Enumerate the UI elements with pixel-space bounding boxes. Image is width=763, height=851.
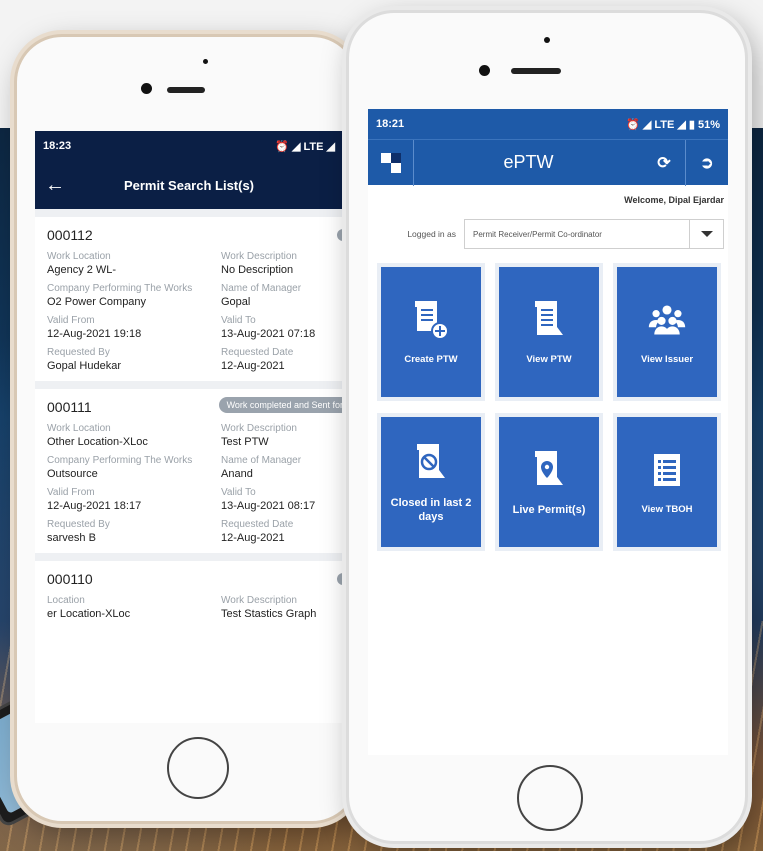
status-dot — [337, 573, 343, 585]
field-value: Anand — [221, 468, 253, 480]
status-badge: Work completed and Sent for — [218, 397, 343, 413]
field-label: Requested Date — [221, 519, 294, 530]
field-value: Test PTW — [221, 436, 269, 448]
phone-eptw-home: 18:21 ⏰ ◢ LTE ◢ ▮ 51% ePTW ⟳ ➲ Welcome, … — [346, 10, 748, 844]
view-ptw-icon — [529, 297, 569, 343]
logout-icon[interactable]: ➲ — [686, 140, 728, 186]
field-value: 12-Aug-2021 18:17 — [47, 500, 142, 512]
camera-icon — [141, 83, 152, 94]
field-label: Valid To — [221, 315, 256, 326]
tile-label: View PTW — [526, 354, 572, 365]
field-label: Company Performing The Works — [47, 455, 193, 466]
home-button[interactable] — [167, 737, 229, 799]
field-label: Requested By — [47, 519, 110, 530]
field-label: Valid To — [221, 487, 256, 498]
field-value: Outsource — [47, 468, 98, 480]
field-label: Requested By — [47, 347, 110, 358]
tile-view-ptw[interactable]: View PTW — [495, 263, 603, 401]
role-value: Permit Receiver/Permit Co-ordinator — [473, 229, 602, 239]
field-label: Work Location — [47, 423, 111, 434]
field-label: Requested Date — [221, 347, 294, 358]
tile-create-ptw[interactable]: Create PTW — [377, 263, 485, 401]
field-value: O2 Power Company — [47, 296, 147, 308]
welcome-text: Welcome, Dipal Ejardar — [624, 195, 724, 205]
field-label: Valid From — [47, 487, 95, 498]
logged-in-label: Logged in as — [407, 229, 456, 239]
tile-view-tboh[interactable]: View TBOH — [613, 413, 721, 551]
people-icon — [647, 297, 687, 343]
field-label: Work Description — [221, 595, 297, 606]
eptw-logo-icon — [368, 139, 414, 186]
tile-view-issuer[interactable]: View Issuer — [613, 263, 721, 401]
tile-label: View Issuer — [640, 354, 694, 365]
status-dot — [337, 229, 343, 241]
tile-label: Closed in last 2 days — [390, 497, 472, 523]
sensor-icon — [203, 59, 208, 64]
field-label: Name of Manager — [221, 283, 302, 294]
speaker-grille — [167, 87, 205, 93]
tile-label: View TBOH — [641, 504, 693, 515]
field-value: 13-Aug-2021 08:17 — [221, 500, 316, 512]
phone-permit-list: 18:23 ⏰ ◢ LTE ◢ ← Permit Search List(s) … — [14, 34, 360, 824]
field-label: Valid From — [47, 315, 95, 326]
home-button[interactable] — [517, 765, 583, 831]
nav-bar: ← Permit Search List(s) — [35, 161, 343, 209]
app-bar: ePTW ⟳ ➲ — [368, 139, 728, 186]
field-label: Location — [47, 595, 85, 606]
list-icon — [647, 447, 687, 493]
field-value: 12-Aug-2021 — [221, 360, 285, 372]
role-select[interactable]: Permit Receiver/Permit Co-ordinator — [464, 219, 724, 249]
field-value: 13-Aug-2021 07:18 — [221, 328, 316, 340]
closed-permit-icon — [411, 440, 451, 486]
app-title: ePTW — [503, 152, 554, 172]
status-bar: 18:23 ⏰ ◢ LTE ◢ — [35, 131, 343, 161]
permit-id: 000112 — [47, 227, 93, 243]
role-row: Logged in as Permit Receiver/Permit Co-o… — [368, 219, 724, 249]
field-value: Gopal — [221, 296, 251, 308]
back-arrow-icon[interactable]: ← — [35, 174, 75, 197]
status-icons: ⏰ ◢ LTE ◢ — [275, 140, 335, 153]
tile-label: Create PTW — [404, 354, 458, 365]
tile-live-permits[interactable]: Live Permit(s) — [495, 413, 603, 551]
tile-closed-permits[interactable]: Closed in last 2 days — [377, 413, 485, 551]
permit-list: 000112 Work Location Agency 2 WL- Work De… — [35, 209, 343, 629]
live-permit-icon — [529, 447, 569, 493]
eptw-home-screen: 18:21 ⏰ ◢ LTE ◢ ▮ 51% ePTW ⟳ ➲ Welcome, … — [368, 109, 728, 755]
chevron-down-icon[interactable] — [689, 220, 723, 248]
screen-title: Permit Search List(s) — [123, 177, 255, 193]
permit-list-screen: 18:23 ⏰ ◢ LTE ◢ ← Permit Search List(s) … — [35, 131, 343, 723]
field-value: 12-Aug-2021 19:18 — [47, 328, 142, 340]
camera-icon — [479, 65, 490, 76]
field-value: No Description — [221, 264, 294, 276]
field-value: 12-Aug-2021 — [221, 532, 285, 544]
menu-tiles: Create PTW View PTW View Issuer Closed i… — [368, 249, 728, 551]
field-value: Gopal Hudekar — [47, 360, 121, 372]
field-label: Work Description — [221, 251, 297, 262]
permit-id: 000110 — [47, 571, 93, 587]
field-label: Work Description — [221, 423, 297, 434]
permit-card[interactable]: 000111 Work completed and Sent for Work … — [35, 389, 343, 553]
field-value: er Location-XLoc — [47, 608, 131, 620]
status-icons: ⏰ ◢ LTE ◢ ▮ 51% — [626, 118, 720, 131]
field-value: Test Stastics Graph — [221, 608, 317, 620]
status-bar: 18:21 ⏰ ◢ LTE ◢ ▮ 51% — [368, 109, 728, 139]
field-value: sarvesh B — [47, 532, 96, 544]
tile-label: Live Permit(s) — [512, 504, 586, 516]
permit-card[interactable]: 000112 Work Location Agency 2 WL- Work De… — [35, 217, 343, 381]
refresh-icon[interactable]: ⟳ — [643, 140, 685, 186]
permit-card[interactable]: 000110 Location er Location-XLoc Work Des… — [35, 561, 343, 629]
sensor-icon — [544, 37, 550, 43]
field-label: Company Performing The Works — [47, 283, 193, 294]
field-value: Other Location-XLoc — [47, 436, 148, 448]
status-time: 18:23 — [43, 140, 72, 152]
field-value: Agency 2 WL- — [47, 264, 117, 276]
field-label: Name of Manager — [221, 455, 302, 466]
create-ptw-icon — [411, 297, 451, 343]
status-time: 18:21 — [376, 118, 405, 130]
speaker-grille — [511, 68, 561, 74]
field-label: Work Location — [47, 251, 111, 262]
